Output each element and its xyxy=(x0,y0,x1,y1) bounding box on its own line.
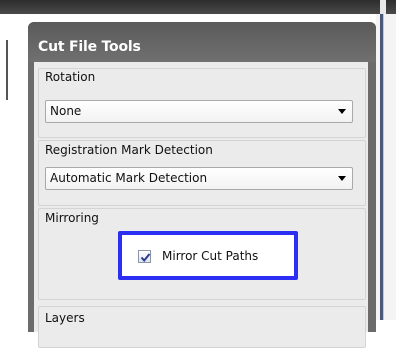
chevron-down-icon xyxy=(338,176,346,181)
rotation-group: Rotation None xyxy=(38,68,366,138)
chevron-down-icon xyxy=(338,109,346,114)
cut-file-tools-panel: Cut File Tools Rotation None Registratio… xyxy=(28,22,376,348)
mirror-cut-paths-highlight: Mirror Cut Paths xyxy=(118,231,298,280)
top-toolbar xyxy=(0,0,396,14)
mirroring-label: Mirroring xyxy=(45,211,99,225)
panel-body: Rotation None Registration Mark Detectio… xyxy=(34,62,368,348)
checkmark-icon xyxy=(140,253,151,263)
registration-selected-value: Automatic Mark Detection xyxy=(50,171,208,185)
mirror-cut-paths-label[interactable]: Mirror Cut Paths xyxy=(162,249,258,263)
layers-label: Layers xyxy=(45,311,85,325)
registration-label: Registration Mark Detection xyxy=(45,143,213,157)
mirror-cut-paths-checkbox[interactable] xyxy=(138,250,151,263)
layers-group: Layers xyxy=(38,306,366,348)
left-divider xyxy=(6,40,8,100)
rotation-dropdown[interactable]: None xyxy=(45,100,353,123)
panel-rail-edge xyxy=(383,14,384,320)
registration-group: Registration Mark Detection Automatic Ma… xyxy=(38,140,366,206)
toolbar-edge xyxy=(380,0,386,14)
panel-title: Cut File Tools xyxy=(38,39,141,55)
right-scroll-strip[interactable] xyxy=(376,14,396,320)
panel-header: Cut File Tools xyxy=(28,22,376,62)
rotation-selected-value: None xyxy=(50,104,82,118)
registration-dropdown[interactable]: Automatic Mark Detection xyxy=(45,167,353,190)
rotation-label: Rotation xyxy=(45,70,96,84)
